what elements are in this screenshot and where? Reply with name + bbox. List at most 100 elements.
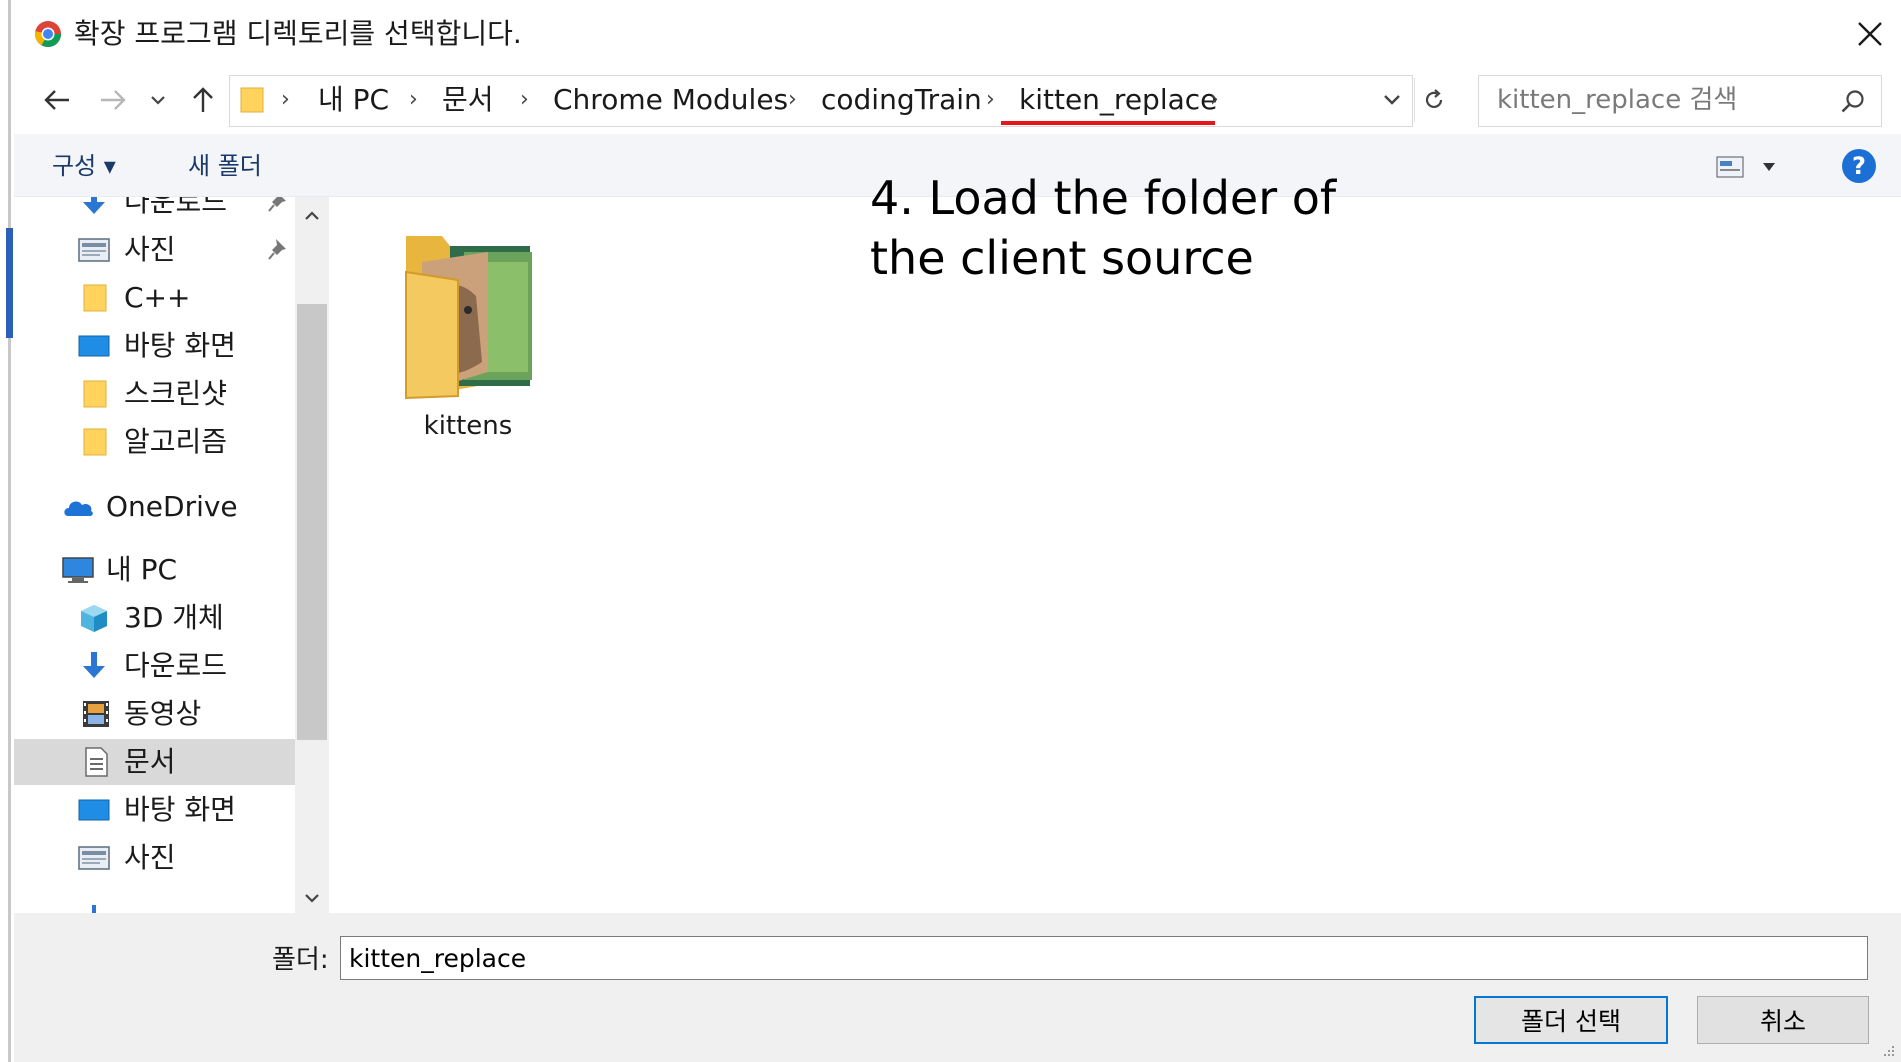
navigation-pane: 다운로드 사진 C++ 바탕 화면 스크린샷 알고리즘 OneDrive 내 P… (14, 197, 295, 913)
instruction-annotation: 4. Load the folder of the client source (870, 168, 1336, 288)
window-edge (8, 0, 11, 1062)
highlight-underline (1001, 121, 1215, 125)
refresh-button[interactable] (1414, 78, 1453, 122)
onedrive-cloud-icon (64, 501, 93, 516)
3d-objects-icon (81, 605, 107, 632)
chevron-down-icon (1384, 95, 1400, 105)
folder-icon (83, 380, 107, 408)
file-list-area (330, 197, 1901, 913)
pin-icon (268, 197, 286, 212)
nav-item-partial (14, 883, 295, 913)
breadcrumb-separator-icon: › (788, 87, 797, 112)
download-arrow-icon (83, 197, 105, 214)
folder-icon (83, 428, 107, 456)
nav-item-screenshots[interactable]: 스크린샷 (14, 371, 295, 417)
arrow-up-icon (193, 87, 213, 112)
arrow-left-icon (44, 90, 69, 110)
close-button[interactable] (1848, 14, 1892, 54)
chevron-down-icon (151, 96, 165, 105)
nav-item-label: 다운로드 (124, 649, 228, 682)
nav-item-label: 바탕 화면 (124, 329, 236, 362)
annotation-line: 4. Load the folder of (870, 171, 1337, 225)
folder-item-label: kittens (423, 411, 513, 441)
nav-item-label: 알고리즘 (124, 425, 228, 458)
breadcrumb-separator-icon: › (520, 87, 529, 112)
nav-item-pictures-quick[interactable]: 사진 (14, 227, 295, 273)
breadcrumb-codingtrain[interactable]: codingTrain (821, 78, 982, 122)
change-view-button[interactable] (1716, 150, 1786, 184)
annotation-line: the client source (870, 231, 1254, 285)
nav-item-desktop-quick[interactable]: 바탕 화면 (14, 323, 295, 369)
view-icon (1716, 156, 1744, 178)
nav-item-label: C++ (124, 281, 191, 314)
window-edge-accent (6, 228, 13, 338)
video-icon (83, 701, 109, 727)
computer-icon (62, 557, 94, 583)
up-button[interactable] (184, 80, 222, 120)
nav-item-desktop[interactable]: 바탕 화면 (14, 787, 295, 833)
breadcrumb-kitten-replace[interactable]: kitten_replace (1019, 78, 1217, 122)
breadcrumb-separator-icon: › (409, 87, 418, 112)
nav-item-downloads[interactable]: 다운로드 (14, 643, 295, 689)
breadcrumb-documents[interactable]: 문서 (442, 78, 494, 122)
nav-item-label: 스크린샷 (124, 377, 228, 410)
breadcrumb-separator-icon: › (1210, 87, 1219, 112)
arrow-right-icon (101, 90, 126, 110)
chevron-up-icon (305, 211, 319, 220)
folder-name-input[interactable] (340, 936, 1868, 980)
nav-item-label: 문서 (124, 745, 176, 778)
nav-item-3d-objects[interactable]: 3D 개체 (14, 595, 295, 641)
nav-item-cpp[interactable]: C++ (14, 275, 295, 321)
organize-button[interactable]: 구성 ▾ (52, 146, 116, 186)
dialog-title: 확장 프로그램 디렉토리를 선택합니다. (74, 17, 522, 50)
nav-item-label: 동영상 (124, 697, 202, 730)
breadcrumb-my-pc[interactable]: 내 PC (318, 78, 389, 122)
nav-item-downloads-quick[interactable]: 다운로드 (14, 197, 295, 225)
nav-item-documents[interactable]: 문서 (14, 739, 295, 785)
nav-item-onedrive[interactable]: OneDrive (14, 484, 295, 530)
music-icon (92, 905, 96, 913)
nav-item-label: 사진 (124, 841, 176, 874)
resize-grip-icon[interactable] (1880, 1042, 1896, 1058)
breadcrumb-chrome-modules[interactable]: Chrome Modules (553, 78, 788, 122)
chrome-logo-icon (34, 21, 62, 48)
help-button[interactable]: ? (1842, 149, 1876, 183)
breadcrumb-separator-icon: › (986, 87, 995, 112)
desktop-icon (78, 335, 110, 357)
nav-item-label: 다운로드 (124, 197, 228, 218)
nav-item-label: 3D 개체 (124, 601, 224, 634)
nav-item-label: 사진 (124, 233, 176, 266)
download-arrow-icon (83, 652, 105, 678)
pictures-icon (78, 238, 110, 262)
folder-thumbnail-icon (405, 236, 532, 400)
cancel-button[interactable]: 취소 (1697, 996, 1869, 1044)
pictures-icon (78, 846, 110, 870)
documents-icon (85, 747, 108, 777)
nav-item-algorithms[interactable]: 알고리즘 (14, 419, 295, 465)
close-icon (1858, 22, 1882, 46)
scroll-down-button[interactable] (300, 886, 324, 910)
forward-button[interactable] (94, 80, 132, 120)
select-folder-button[interactable]: 폴더 선택 (1474, 996, 1668, 1044)
folder-icon (240, 87, 264, 113)
scrollbar-thumb[interactable] (297, 304, 327, 740)
scroll-up-button[interactable] (300, 204, 324, 228)
recent-locations-button[interactable] (146, 86, 170, 114)
search-icon[interactable] (1836, 84, 1870, 118)
nav-item-this-pc[interactable]: 내 PC (14, 547, 295, 593)
nav-item-label: OneDrive (106, 490, 238, 523)
chevron-down-icon (305, 894, 319, 903)
folder-field-label: 폴더: (272, 945, 329, 975)
folder-icon (83, 284, 107, 312)
new-folder-button[interactable]: 새 폴더 (188, 146, 262, 186)
nav-item-label: 내 PC (106, 553, 178, 586)
nav-item-videos[interactable]: 동영상 (14, 691, 295, 737)
back-button[interactable] (38, 80, 76, 120)
pin-icon (268, 239, 286, 260)
address-dropdown-button[interactable] (1378, 85, 1406, 115)
search-input[interactable] (1497, 78, 1817, 122)
desktop-icon (78, 799, 110, 821)
caret-down-icon (1763, 163, 1775, 171)
nav-item-pictures[interactable]: 사진 (14, 835, 295, 881)
nav-item-label: 바탕 화면 (124, 793, 236, 826)
